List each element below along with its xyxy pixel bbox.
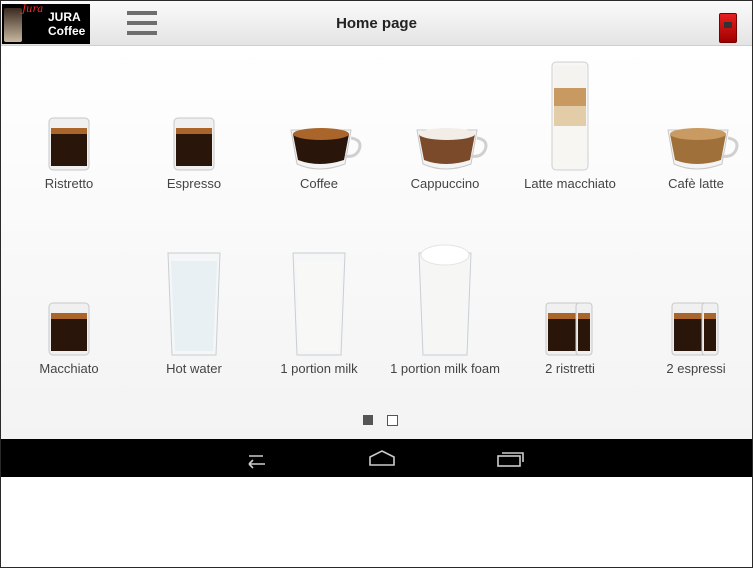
product-1-portion-milk-foam[interactable]: 1 portion milk foam	[385, 241, 505, 411]
recents-icon[interactable]	[490, 445, 530, 471]
page-dot-inactive[interactable]	[387, 415, 398, 426]
logo-script: Jura	[22, 4, 44, 15]
page-title: Home page	[336, 15, 417, 32]
page-dot-active[interactable]	[363, 415, 373, 425]
product-label: 2 espressi	[666, 361, 726, 376]
product-2-ristretti[interactable]: 2 ristretti	[510, 241, 630, 411]
back-icon[interactable]	[235, 445, 275, 471]
product-1-portion-milk[interactable]: 1 portion milk	[259, 241, 379, 411]
product-hot-water[interactable]: Hot water	[134, 241, 254, 411]
product-caf-latte[interactable]: Cafè latte	[636, 56, 753, 226]
product-cappuccino[interactable]: Cappuccino	[385, 56, 505, 226]
product-ristretto[interactable]: Ristretto	[9, 56, 129, 226]
app-bar: Jura JURA Coffee Home page	[1, 1, 752, 46]
home-icon[interactable]	[362, 445, 402, 471]
product-espresso[interactable]: Espresso	[134, 56, 254, 226]
product-grid: Ristretto Espresso Coffee Cappuccino Latte m…	[1, 46, 752, 439]
product-2-espressi[interactable]: 2 espressi	[636, 241, 753, 411]
product-coffee[interactable]: Coffee	[259, 56, 379, 226]
coffee-machine-icon[interactable]	[719, 13, 737, 43]
product-label: Cafè latte	[668, 176, 724, 191]
product-macchiato[interactable]: Macchiato	[9, 241, 129, 411]
android-nav-bar	[1, 439, 752, 477]
product-latte-macchiato[interactable]: Latte macchiato	[510, 56, 630, 226]
app-window: Jura JURA Coffee Home page Ristretto Espr…	[0, 0, 753, 568]
